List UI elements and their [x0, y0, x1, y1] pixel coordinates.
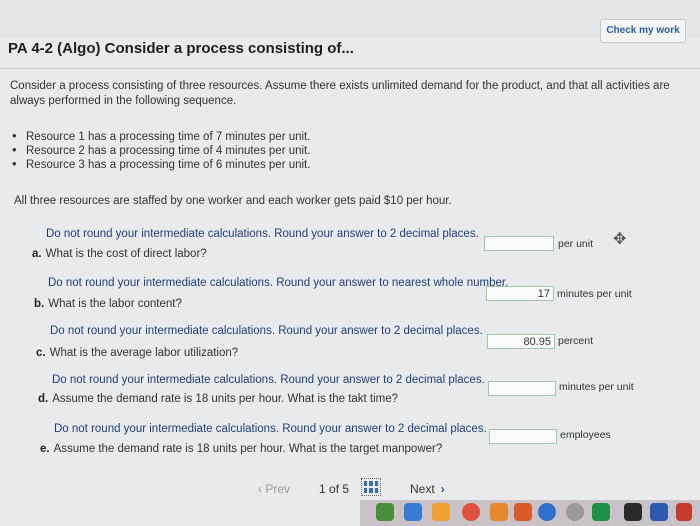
- answer-b-input[interactable]: 17: [486, 286, 554, 301]
- question-letter: c.: [36, 347, 46, 359]
- prev-button[interactable]: ‹ Prev: [258, 482, 290, 496]
- answer-c-unit: percent: [558, 335, 594, 347]
- question-letter: b.: [34, 298, 45, 310]
- list-item: Resource 3 has a processing time of 6 mi…: [12, 157, 310, 172]
- page-title: PA 4-2 (Algo) Consider a process consist…: [8, 40, 354, 57]
- cursor-crosshair-icon: ✥: [613, 231, 627, 248]
- check-my-work-button[interactable]: Check my work: [600, 19, 686, 43]
- question-a-instruction: Do not round your intermediate calculati…: [46, 228, 479, 240]
- app-icon[interactable]: [462, 503, 480, 521]
- question-letter: d.: [38, 393, 49, 405]
- question-c-text: c. What is the average labor utilization?: [36, 347, 238, 359]
- staffing-text: All three resources are staffed by one w…: [14, 195, 452, 207]
- app-icon[interactable]: [650, 503, 668, 521]
- total-pages: 5: [342, 482, 350, 496]
- answer-b-unit: minutes per unit: [557, 288, 632, 300]
- question-label: What is the labor content?: [48, 298, 182, 310]
- app-icon[interactable]: [624, 503, 642, 521]
- question-d-instruction: Do not round your intermediate calculati…: [52, 374, 485, 386]
- answer-d-unit: minutes per unit: [559, 381, 634, 393]
- next-button[interactable]: Next ›: [410, 482, 445, 496]
- answer-e-unit: employees: [560, 429, 611, 441]
- answer-a-unit: per unit: [558, 238, 594, 250]
- app-icon[interactable]: [404, 503, 422, 521]
- question-b-instruction: Do not round your intermediate calculati…: [48, 277, 509, 289]
- app-icon[interactable]: [514, 503, 532, 521]
- question-a-text: a. What is the cost of direct labor?: [32, 248, 207, 260]
- list-item: Resource 2 has a processing time of 4 mi…: [12, 143, 310, 158]
- resource-list: Resource 1 has a processing time of 7 mi…: [12, 129, 310, 172]
- page-of-label: of: [329, 482, 340, 496]
- question-e-text: e. Assume the demand rate is 18 units per…: [40, 443, 442, 455]
- grid-view-icon[interactable]: [361, 478, 381, 496]
- app-icon[interactable]: [432, 503, 450, 521]
- answer-c-input[interactable]: 80.95: [487, 334, 555, 349]
- next-label: Next: [410, 482, 435, 496]
- question-e-instruction: Do not round your intermediate calculati…: [54, 423, 487, 435]
- app-icon[interactable]: [490, 503, 508, 521]
- prev-label: Prev: [265, 482, 291, 496]
- answer-e-input[interactable]: [489, 429, 557, 444]
- app-icon[interactable]: [538, 503, 556, 521]
- answer-d-input[interactable]: [488, 381, 556, 396]
- top-bar: [0, 0, 700, 38]
- app-icon[interactable]: [592, 503, 610, 521]
- app-icon[interactable]: [566, 503, 584, 521]
- question-d-text: d. Assume the demand rate is 18 units per…: [38, 393, 398, 405]
- app-icon[interactable]: [376, 503, 394, 521]
- chevron-right-icon: ›: [440, 482, 445, 496]
- header-divider: [0, 68, 700, 69]
- question-label: What is the cost of direct labor?: [45, 248, 207, 260]
- page-indicator: 1 of 5: [319, 482, 349, 496]
- app-icon[interactable]: [676, 503, 692, 521]
- question-letter: e.: [40, 443, 50, 455]
- current-page: 1: [319, 482, 326, 496]
- problem-intro: Consider a process consisting of three r…: [10, 80, 670, 107]
- list-item: Resource 1 has a processing time of 7 mi…: [12, 129, 310, 144]
- question-c-instruction: Do not round your intermediate calculati…: [50, 325, 483, 337]
- question-label: What is the average labor utilization?: [49, 347, 239, 359]
- question-b-text: b. What is the labor content?: [34, 298, 182, 310]
- answer-a-input[interactable]: [484, 236, 554, 251]
- question-letter: a.: [32, 248, 42, 260]
- question-label: Assume the demand rate is 18 units per h…: [52, 393, 399, 405]
- question-label: Assume the demand rate is 18 units per h…: [53, 443, 443, 455]
